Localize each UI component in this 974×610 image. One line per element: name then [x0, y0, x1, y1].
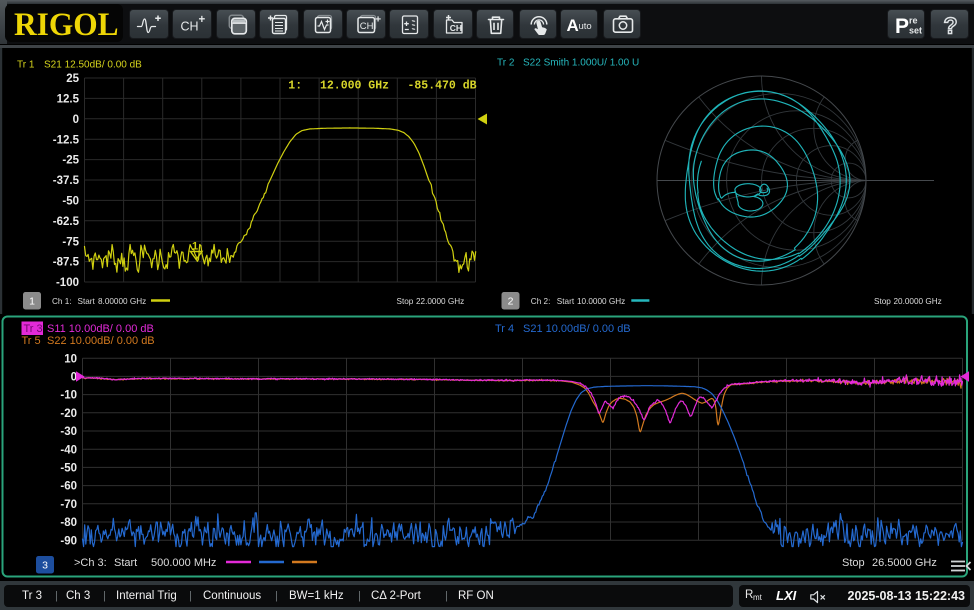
- svg-text:-80: -80: [60, 517, 77, 529]
- svg-text:CH: CH: [450, 23, 462, 33]
- svg-text:500.000 MHz: 500.000 MHz: [151, 557, 216, 569]
- svg-text:1: 1: [29, 296, 35, 308]
- svg-text:CH: CH: [360, 21, 374, 32]
- svg-text:12.5: 12.5: [57, 94, 80, 106]
- svg-text:-60: -60: [60, 481, 77, 493]
- svg-text:-50: -50: [60, 463, 77, 475]
- svg-text:Tr 4: Tr 4: [495, 323, 514, 335]
- svg-text:-70: -70: [60, 499, 77, 511]
- svg-text:-50: -50: [62, 196, 79, 208]
- svg-text:12.000 GHz: 12.000 GHz: [320, 80, 389, 93]
- svg-text:?: ?: [944, 13, 958, 39]
- svg-text:Ch 1:: Ch 1:: [52, 297, 72, 306]
- svg-text:-90: -90: [60, 535, 77, 547]
- svg-text:P: P: [895, 15, 909, 38]
- svg-text:Tr 1: Tr 1: [17, 60, 35, 71]
- svg-text:A: A: [567, 16, 579, 35]
- svg-text:-20: -20: [60, 408, 77, 420]
- svg-text:S21 10.00dB/ 0.00 dB: S21 10.00dB/ 0.00 dB: [523, 323, 631, 335]
- svg-text:+: +: [375, 14, 381, 26]
- svg-text:Start: Start: [78, 297, 96, 306]
- svg-text:-85.470 dB: -85.470 dB: [407, 80, 476, 93]
- svg-text:20.0000 GHz: 20.0000 GHz: [894, 297, 942, 306]
- svg-text:2: 2: [508, 296, 514, 308]
- svg-text:>Ch 3:: >Ch 3:: [74, 557, 107, 569]
- svg-text:Start: Start: [557, 297, 575, 306]
- svg-text:Stop: Stop: [874, 297, 891, 306]
- svg-text:26.5000 GHz: 26.5000 GHz: [872, 557, 937, 569]
- svg-text:S21 12.50dB/ 0.00 dB: S21 12.50dB/ 0.00 dB: [44, 60, 142, 71]
- svg-text:S11 10.00dB/ 0.00 dB: S11 10.00dB/ 0.00 dB: [47, 323, 154, 335]
- svg-text:Tr 5: Tr 5: [22, 335, 41, 347]
- svg-text:Start: Start: [114, 557, 137, 569]
- svg-text:CH: CH: [181, 20, 199, 34]
- svg-text:8.00000 GHz: 8.00000 GHz: [98, 297, 146, 306]
- svg-text:+: +: [199, 14, 206, 26]
- svg-text:25: 25: [66, 73, 79, 85]
- svg-text:-37.5: -37.5: [53, 175, 80, 187]
- svg-text:Ch 2:: Ch 2:: [531, 297, 551, 306]
- svg-text:22.0000 GHz: 22.0000 GHz: [416, 297, 464, 306]
- svg-text:1: 1: [192, 241, 198, 253]
- svg-text:-75: -75: [62, 236, 79, 248]
- svg-text:uto: uto: [579, 21, 592, 32]
- svg-text:-62.5: -62.5: [53, 216, 80, 228]
- svg-text:Tr 3: Tr 3: [24, 323, 43, 335]
- svg-text:-12.5: -12.5: [53, 134, 80, 146]
- svg-text:-100: -100: [56, 277, 79, 289]
- svg-text:-30: -30: [60, 426, 77, 438]
- svg-text:-10: -10: [60, 390, 77, 402]
- svg-text:set: set: [909, 26, 922, 36]
- svg-text:Tr 2: Tr 2: [497, 58, 515, 69]
- svg-text:-87.5: -87.5: [53, 257, 80, 269]
- svg-text:3: 3: [42, 560, 48, 572]
- svg-text:10.0000 GHz: 10.0000 GHz: [577, 297, 625, 306]
- svg-text:S22 Smith 1.000U/ 1.00 U: S22 Smith 1.000U/ 1.00 U: [523, 58, 639, 69]
- svg-text:Stop: Stop: [842, 557, 865, 569]
- svg-text:10: 10: [64, 353, 77, 365]
- svg-text:S22 10.00dB/ 0.00 dB: S22 10.00dB/ 0.00 dB: [47, 335, 155, 347]
- svg-text:re: re: [909, 16, 918, 26]
- svg-text:0: 0: [73, 114, 79, 126]
- svg-text:-40: -40: [60, 444, 77, 456]
- svg-text:1:: 1:: [288, 80, 302, 93]
- svg-text:Stop: Stop: [397, 297, 414, 306]
- svg-text:-25: -25: [62, 155, 79, 167]
